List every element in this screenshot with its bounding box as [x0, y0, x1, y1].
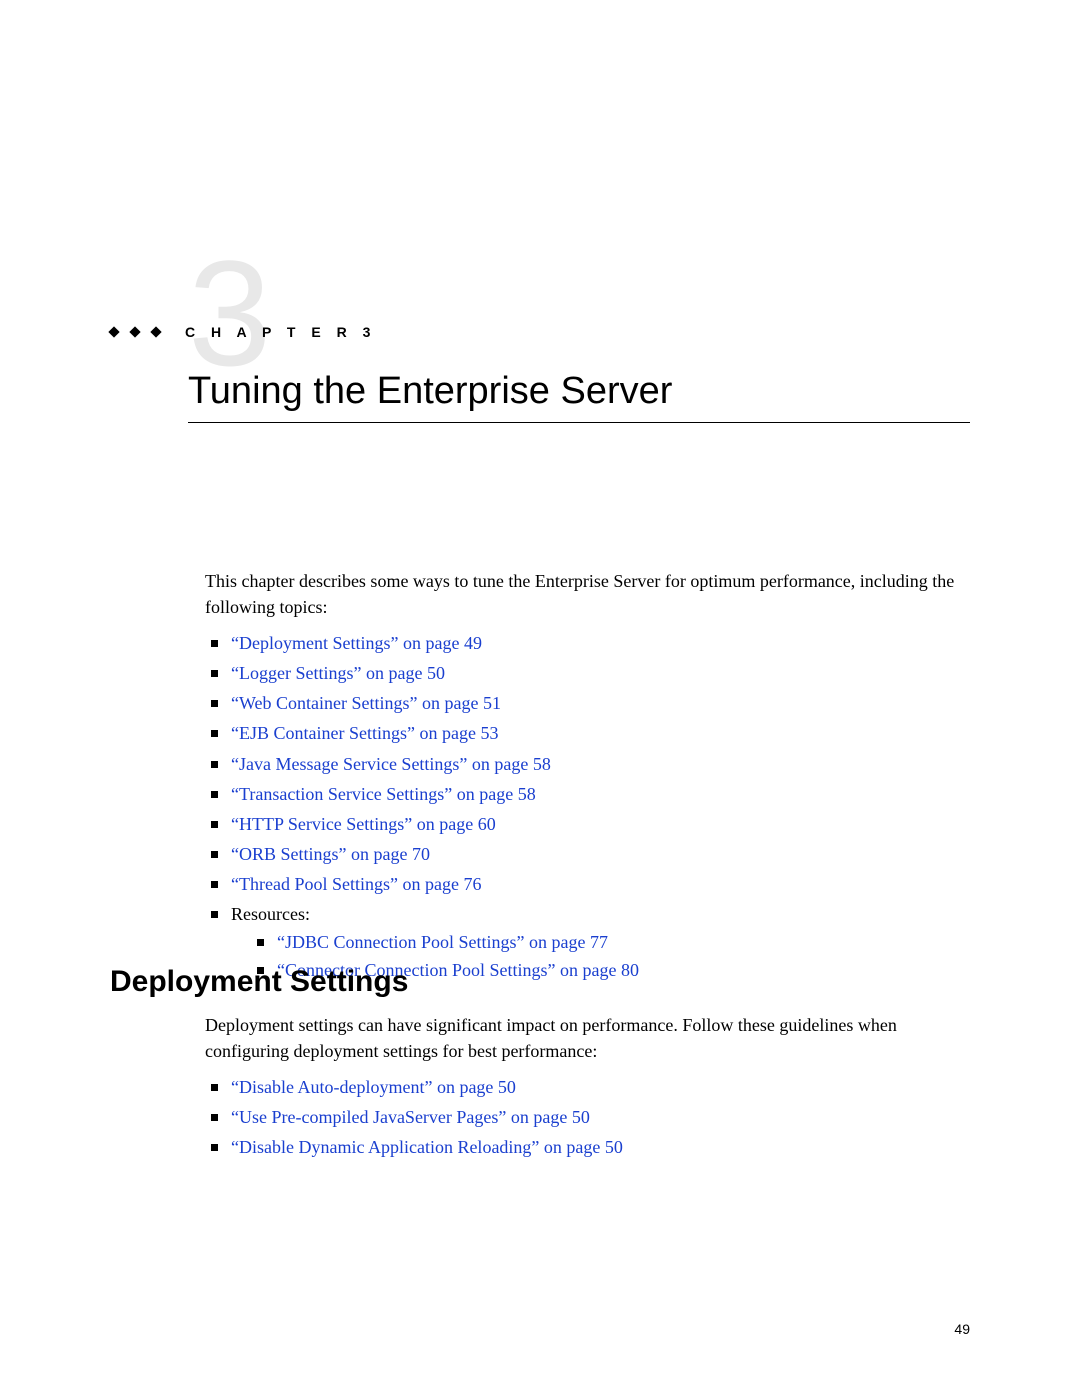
- toc-link-deployment-settings[interactable]: “Deployment Settings” on page 49: [231, 633, 482, 653]
- chapter-toc-list: “Deployment Settings” on page 49 “Logger…: [211, 630, 955, 983]
- diamond-icon: [129, 327, 140, 338]
- chapter-label: C H A P T E R 3: [185, 324, 376, 340]
- toc-item: “Deployment Settings” on page 49: [211, 630, 955, 656]
- chapter-intro-text: This chapter describes some ways to tune…: [205, 568, 955, 620]
- chapter-title: Tuning the Enterprise Server: [188, 370, 672, 421]
- decorative-diamonds: [110, 324, 170, 339]
- title-underline: [188, 422, 970, 423]
- section-item: “Use Pre-compiled JavaServer Pages” on p…: [211, 1104, 955, 1130]
- toc-item: “Java Message Service Settings” on page …: [211, 751, 955, 777]
- toc-subitem: “JDBC Connection Pool Settings” on page …: [257, 929, 955, 955]
- toc-item: “Logger Settings” on page 50: [211, 660, 955, 686]
- toc-link-logger-settings[interactable]: “Logger Settings” on page 50: [231, 663, 445, 683]
- toc-item: “HTTP Service Settings” on page 60: [211, 811, 955, 837]
- toc-item: “EJB Container Settings” on page 53: [211, 720, 955, 746]
- chapter-big-number: 3: [188, 238, 265, 388]
- section-body: Deployment settings can have significant…: [205, 1012, 955, 1164]
- section-item: “Disable Dynamic Application Reloading” …: [211, 1134, 955, 1160]
- toc-link-web-container-settings[interactable]: “Web Container Settings” on page 51: [231, 693, 501, 713]
- diamond-icon: [108, 327, 119, 338]
- toc-item: “Transaction Service Settings” on page 5…: [211, 781, 955, 807]
- toc-resources-label: Resources:: [231, 904, 310, 924]
- toc-link-orb-settings[interactable]: “ORB Settings” on page 70: [231, 844, 430, 864]
- chapter-intro-block: This chapter describes some ways to tune…: [205, 568, 955, 987]
- section-intro-text: Deployment settings can have significant…: [205, 1012, 955, 1064]
- section-heading-deployment-settings: Deployment Settings: [110, 965, 408, 999]
- page: 3 C H A P T E R 3 Tuning the Enterprise …: [0, 0, 1080, 1397]
- toc-item: “Web Container Settings” on page 51: [211, 690, 955, 716]
- page-number: 49: [954, 1321, 970, 1337]
- toc-link-http-service-settings[interactable]: “HTTP Service Settings” on page 60: [231, 814, 496, 834]
- diamond-icon: [150, 327, 161, 338]
- toc-link-jms-settings[interactable]: “Java Message Service Settings” on page …: [231, 754, 551, 774]
- toc-link-thread-pool-settings[interactable]: “Thread Pool Settings” on page 76: [231, 874, 481, 894]
- toc-link-jdbc-pool-settings[interactable]: “JDBC Connection Pool Settings” on page …: [277, 932, 608, 952]
- section-list: “Disable Auto-deployment” on page 50 “Us…: [211, 1074, 955, 1160]
- section-item: “Disable Auto-deployment” on page 50: [211, 1074, 955, 1100]
- link-precompiled-jsp[interactable]: “Use Pre-compiled JavaServer Pages” on p…: [231, 1107, 590, 1127]
- link-disable-auto-deployment[interactable]: “Disable Auto-deployment” on page 50: [231, 1077, 516, 1097]
- toc-link-transaction-service-settings[interactable]: “Transaction Service Settings” on page 5…: [231, 784, 536, 804]
- toc-item: “ORB Settings” on page 70: [211, 841, 955, 867]
- link-disable-dynamic-reloading[interactable]: “Disable Dynamic Application Reloading” …: [231, 1137, 623, 1157]
- toc-link-ejb-container-settings[interactable]: “EJB Container Settings” on page 53: [231, 723, 498, 743]
- toc-item: “Thread Pool Settings” on page 76: [211, 871, 955, 897]
